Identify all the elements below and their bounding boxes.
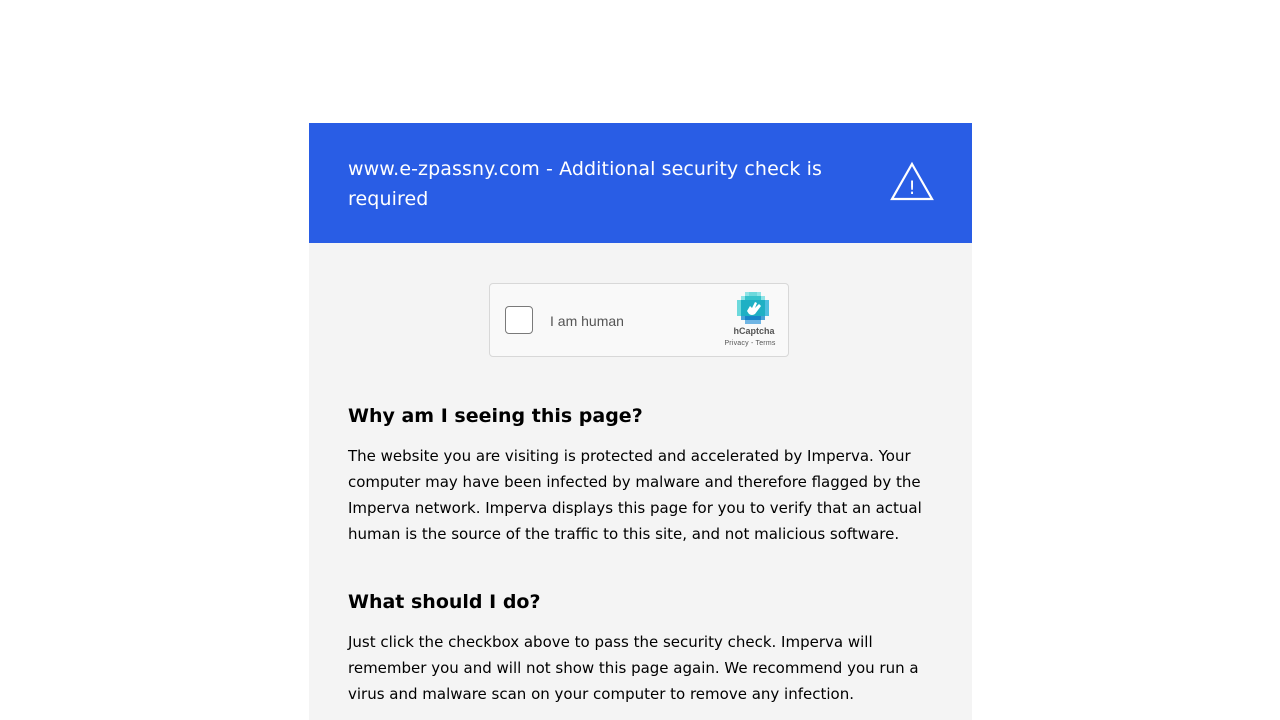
warning-icon: ! xyxy=(890,161,934,201)
hcaptcha-logo-icon xyxy=(737,292,769,324)
privacy-link[interactable]: Privacy xyxy=(724,340,748,347)
why-body: The website you are visiting is protecte… xyxy=(348,447,922,543)
captcha-label: I am human xyxy=(550,313,624,329)
captcha-brand: hCaptcha xyxy=(733,326,775,336)
link-separator: - xyxy=(748,340,756,347)
why-section: Why am I seeing this page? The website y… xyxy=(348,403,928,547)
security-banner: www.e-zpassny.com - Additional security … xyxy=(309,123,972,243)
security-check-card: www.e-zpassny.com - Additional security … xyxy=(309,123,972,720)
hcaptcha-widget: I am human hCaptcha Privacy - Terms xyxy=(489,283,789,357)
what-section: What should I do? Just click the checkbo… xyxy=(348,589,928,707)
what-body: Just click the checkbox above to pass th… xyxy=(348,633,919,703)
svg-text:!: ! xyxy=(908,177,916,199)
why-heading: Why am I seeing this page? xyxy=(348,405,643,427)
human-checkbox[interactable] xyxy=(505,306,533,334)
terms-link[interactable]: Terms xyxy=(756,340,776,347)
captcha-links: Privacy - Terms xyxy=(710,340,790,347)
banner-title: www.e-zpassny.com - Additional security … xyxy=(348,158,823,210)
what-heading: What should I do? xyxy=(348,591,541,613)
